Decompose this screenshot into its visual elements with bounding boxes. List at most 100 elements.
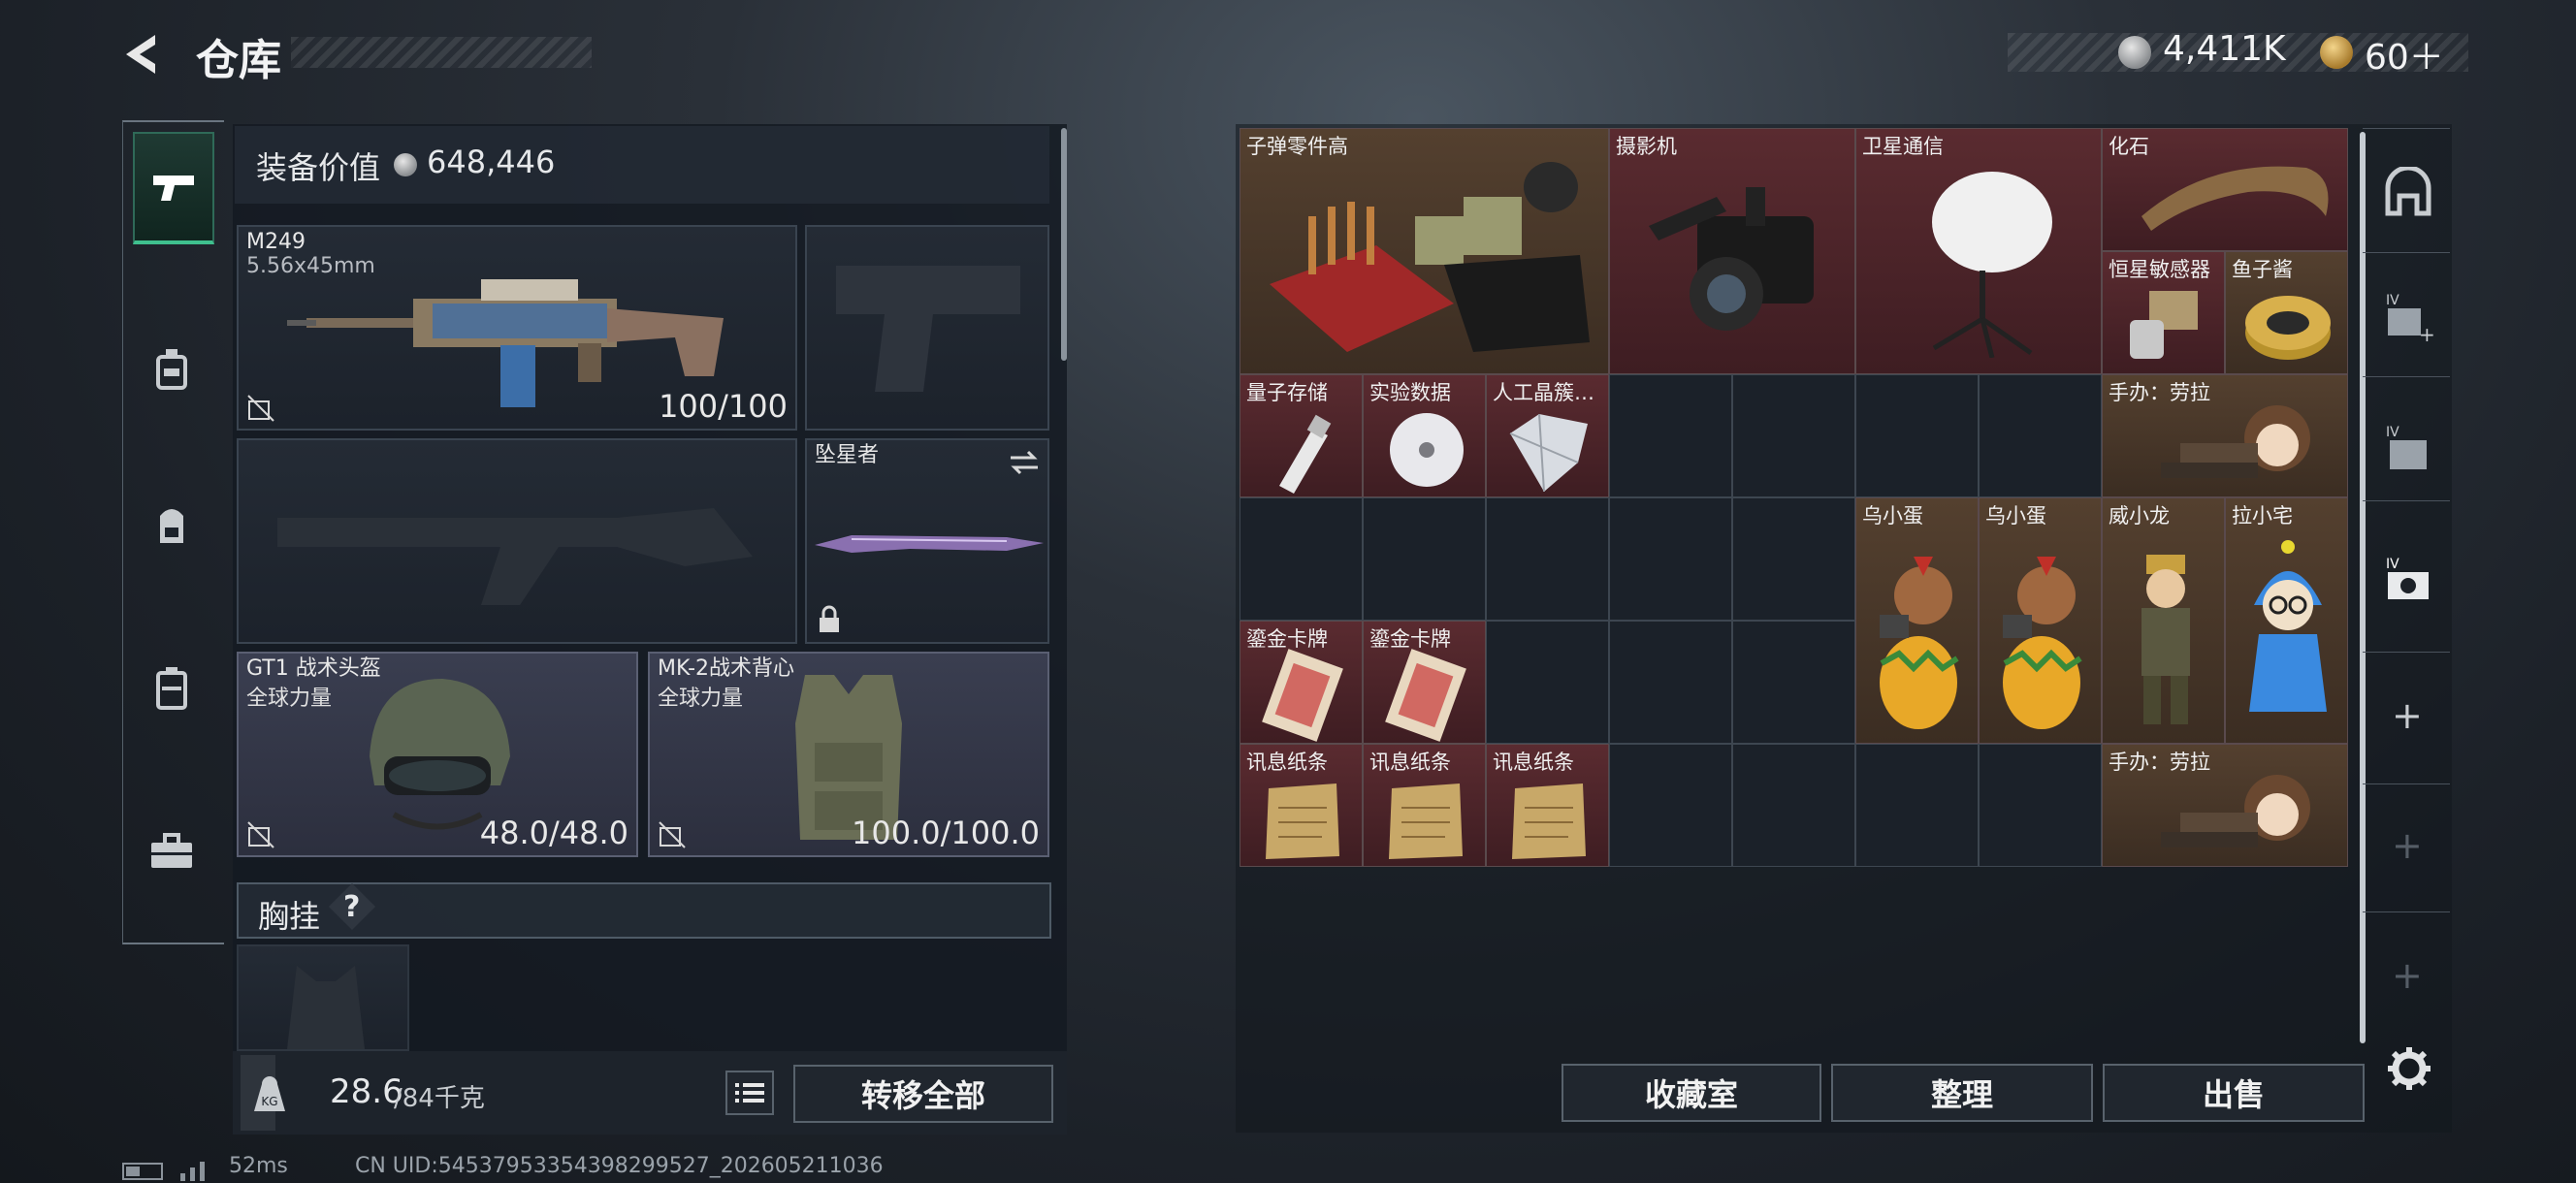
grid-cell[interactable]: [1240, 497, 1363, 621]
nav-case[interactable]: [133, 634, 210, 741]
settings-gear-icon[interactable]: [2386, 1045, 2432, 1092]
secondary-weapon-slot[interactable]: [237, 438, 797, 644]
item-gilded-card[interactable]: 鎏金卡牌: [1363, 621, 1486, 744]
grid-cell[interactable]: [1609, 374, 1732, 497]
pistol-slot[interactable]: [805, 225, 1049, 431]
grid-cell[interactable]: [1609, 744, 1732, 867]
item-figurine-lara[interactable]: 手办：劳拉: [2102, 374, 2348, 497]
grid-cell[interactable]: [1732, 744, 1855, 867]
grid-cell[interactable]: [1363, 497, 1486, 621]
chest-rig-slot[interactable]: [237, 944, 409, 1051]
pistol-placeholder-icon: [836, 266, 1020, 392]
satellite-dish-icon: [1932, 172, 2052, 358]
silver-currency-value: 4,411K: [2163, 29, 2286, 69]
grid-cell[interactable]: [1979, 374, 2102, 497]
no-drop-icon: [247, 395, 274, 422]
helmet-durability: 48.0/48.0: [479, 815, 628, 851]
item-figurine-lara[interactable]: 手办：劳拉: [2102, 744, 2348, 867]
lock-icon: [820, 605, 839, 632]
swap-icon[interactable]: [1007, 448, 1042, 477]
grid-cell[interactable]: [1609, 497, 1732, 621]
item-la-xiao-zhai[interactable]: 拉小宅: [2225, 497, 2348, 744]
grid-cell[interactable]: [1855, 374, 1979, 497]
primary-weapon-slot[interactable]: M249 5.56x45mm 100/100: [237, 225, 797, 431]
grid-cell[interactable]: [1486, 497, 1609, 621]
helmet-slot[interactable]: GT1 战术头盔 全球力量 48.0/48.0: [237, 652, 638, 857]
item-caviar[interactable]: 鱼子酱: [2225, 251, 2348, 374]
item-label: 人工晶簇…: [1493, 381, 1594, 404]
item-message-note[interactable]: 讯息纸条: [1240, 744, 1363, 867]
item-bullet-parts[interactable]: 子弹零件高: [1240, 128, 1609, 374]
grid-cell[interactable]: [1732, 621, 1855, 744]
item-fossil[interactable]: 化石: [2102, 128, 2348, 251]
transfer-all-button[interactable]: 转移全部: [793, 1065, 1053, 1123]
melee-slot[interactable]: 坠星者: [805, 438, 1049, 644]
item-wu-xiao-dan[interactable]: 乌小蛋: [1855, 497, 1979, 744]
rifle-placeholder-icon: [277, 508, 753, 605]
nav-toolbox[interactable]: [133, 797, 210, 904]
svg-text:IV: IV: [2386, 557, 2399, 572]
chest-rig-header: 胸挂 ?: [237, 882, 1051, 939]
disc-icon: [1390, 413, 1464, 487]
grid-cell[interactable]: [1732, 374, 1855, 497]
svg-text:IV: IV: [2386, 293, 2399, 308]
egg-figure-icon: [2003, 557, 2082, 729]
svg-text:IV: IV: [2386, 425, 2399, 440]
nav-rig[interactable]: [133, 316, 210, 423]
tier4-add-case-icon[interactable]: IV +: [2382, 291, 2434, 343]
item-label: 恒星敏感器: [2109, 258, 2210, 281]
equipment-value-label: 装备价值: [256, 149, 381, 186]
armor-slot[interactable]: MK-2战术背心 全球力量 100.0/100.0: [648, 652, 1049, 857]
item-artificial-crystal[interactable]: 人工晶簇…: [1486, 374, 1609, 497]
item-quantum-storage[interactable]: 量子存储: [1240, 374, 1363, 497]
item-satellite-comm[interactable]: 卫星通信: [1855, 128, 2102, 374]
toolbox-icon: [151, 833, 192, 868]
back-arrow-icon[interactable]: [116, 29, 167, 80]
equipment-value-header: 装备价值 648,446: [235, 126, 1049, 204]
divider: [2363, 783, 2450, 784]
gold-currency-value[interactable]: 60＋: [2365, 29, 2444, 80]
add-tab-icon[interactable]: +: [2392, 694, 2423, 737]
divider: [2363, 376, 2450, 377]
grid-cell[interactable]: [1855, 744, 1979, 867]
item-star-sensor[interactable]: 恒星敏感器: [2102, 251, 2225, 374]
item-wu-xiao-dan[interactable]: 乌小蛋: [1979, 497, 2102, 744]
user-uid: CN UID:54537953354398299527_202605211036: [355, 1154, 884, 1178]
paper-note-icon: [1512, 783, 1586, 859]
paper-note-icon: [1266, 783, 1339, 859]
helmet-brand: 全球力量: [246, 687, 333, 711]
item-experiment-data[interactable]: 实验数据: [1363, 374, 1486, 497]
equipment-value: 648,446: [427, 144, 556, 180]
grid-cell[interactable]: [1979, 744, 2102, 867]
item-label: 拉小宅: [2232, 504, 2293, 528]
list-view-button[interactable]: [725, 1071, 774, 1115]
equipment-scrollbar[interactable]: [1061, 128, 1067, 361]
add-tab-icon-disabled: +: [2392, 824, 2423, 867]
item-message-note[interactable]: 讯息纸条: [1363, 744, 1486, 867]
help-icon[interactable]: ?: [343, 890, 360, 924]
item-gilded-card[interactable]: 鎏金卡牌: [1240, 621, 1363, 744]
tier4-camera-case-icon[interactable]: IV: [2382, 555, 2434, 607]
grid-cell[interactable]: [1732, 497, 1855, 621]
item-label: 威小龙: [2109, 504, 2170, 528]
grid-cell[interactable]: [1609, 621, 1732, 744]
card-icon: [1262, 649, 1343, 742]
grid-cell[interactable]: [1486, 621, 1609, 744]
storage-tab-nav: IV + IV IV + + +: [2363, 128, 2450, 1020]
egg-figure-icon: [1880, 557, 1959, 729]
gold-coin-icon: [2320, 36, 2353, 69]
item-message-note[interactable]: 讯息纸条: [1486, 744, 1609, 867]
sort-button[interactable]: 整理: [1831, 1064, 2093, 1122]
sell-button[interactable]: 出售: [2103, 1064, 2365, 1122]
weight-kg-icon: KG: [254, 1076, 285, 1111]
tier4-storage-icon[interactable]: IV: [2382, 423, 2434, 475]
item-camera[interactable]: 摄影机: [1609, 128, 1855, 374]
warehouse-icon[interactable]: [2382, 167, 2434, 219]
collection-room-button[interactable]: 收藏室: [1562, 1064, 1821, 1122]
current-weight: 28.6: [330, 1072, 403, 1111]
nav-weapons[interactable]: [133, 132, 214, 244]
divider: [2363, 252, 2450, 253]
max-weight: /84千克: [394, 1084, 485, 1113]
nav-backpack[interactable]: [133, 471, 210, 578]
item-wei-xiao-long[interactable]: 威小龙: [2102, 497, 2225, 744]
